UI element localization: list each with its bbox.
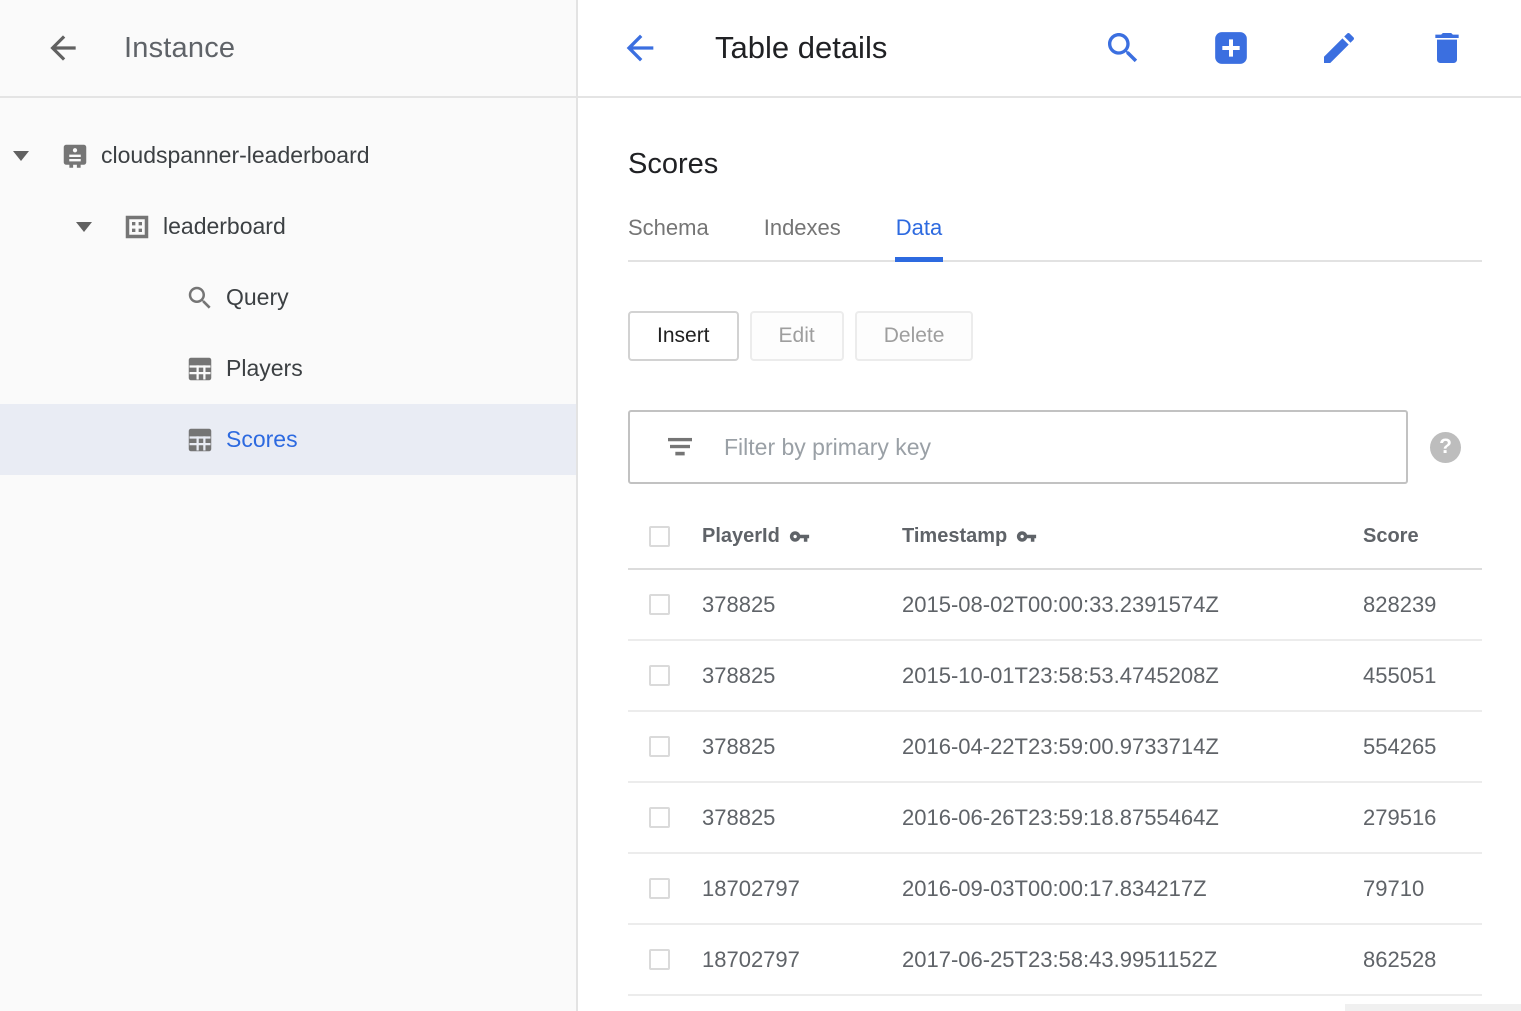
cell-score: 455051 [1363,663,1436,689]
filter-primary-key-input[interactable] [724,434,1406,461]
chevron-down-icon[interactable] [76,222,92,232]
header-actions [1103,28,1521,68]
table-header-row: PlayerId Timestamp Score [628,505,1482,570]
tree-item-query[interactable]: Query [0,262,576,333]
cell-timestamp: 2015-08-02T00:00:33.2391574Z [902,592,1219,618]
primary-key-icon [789,526,810,547]
help-icon[interactable]: ? [1430,432,1461,463]
delete-button[interactable]: Delete [855,311,974,361]
cell-playerid: 378825 [702,592,775,618]
database-tree: cloudspanner-leaderboard leaderboard Que… [0,98,576,475]
row-checkbox[interactable] [649,665,670,686]
sidebar-header: Instance [0,0,576,98]
cell-score: 554265 [1363,734,1436,760]
filter-icon [664,431,696,463]
primary-key-icon [1016,526,1037,547]
page-header-title: Table details [715,30,887,66]
table-row[interactable]: 378825 2015-10-01T23:58:53.4745208Z 4550… [628,641,1482,712]
row-checkbox[interactable] [649,594,670,615]
cell-playerid: 18702797 [702,947,800,973]
row-action-buttons: Insert Edit Delete [628,311,1521,361]
database-icon [122,212,152,242]
tree-item-label: Query [226,284,289,311]
table-row[interactable]: 378825 2016-04-22T23:59:00.9733714Z 5542… [628,712,1482,783]
column-header-score: Score [1363,525,1419,548]
back-arrow-icon[interactable] [620,28,660,68]
search-icon [185,283,215,313]
insert-button[interactable]: Insert [628,311,739,361]
data-table: PlayerId Timestamp Score [628,505,1482,996]
back-arrow-icon[interactable] [44,29,82,67]
table-icon [185,425,215,455]
sidebar-title: Instance [124,32,235,65]
filter-box[interactable] [628,410,1408,484]
tree-item-database[interactable]: leaderboard [0,191,576,262]
tab-schema[interactable]: Schema [628,215,709,260]
cell-score: 79710 [1363,876,1424,902]
tree-item-label: Scores [226,426,298,453]
tree-item-instance[interactable]: cloudspanner-leaderboard [0,120,576,191]
cell-timestamp: 2016-09-03T00:00:17.834217Z [902,876,1207,902]
select-all-checkbox[interactable] [649,526,670,547]
cell-timestamp: 2015-10-01T23:58:53.4745208Z [902,663,1219,689]
cell-timestamp: 2017-06-25T23:58:43.9951152Z [902,947,1217,973]
cell-playerid: 378825 [702,734,775,760]
spanner-console: Instance cloudspanner-leaderboard [0,0,1521,1011]
cell-playerid: 378825 [702,805,775,831]
delete-trash-icon[interactable] [1427,28,1467,68]
column-header-timestamp: Timestamp [902,525,1007,548]
tab-indexes[interactable]: Indexes [764,215,841,260]
edit-button[interactable]: Edit [750,311,844,361]
row-checkbox[interactable] [649,736,670,757]
instance-icon [60,141,90,171]
edit-pencil-icon[interactable] [1319,28,1359,68]
header-checkbox-cell [628,526,702,547]
main-header: Table details [578,0,1521,98]
cell-score: 279516 [1363,805,1436,831]
tab-bar: Schema Indexes Data [628,215,1482,262]
chevron-down-icon[interactable] [13,151,29,161]
sidebar: Instance cloudspanner-leaderboard [0,0,578,1011]
cell-score: 828239 [1363,592,1436,618]
cell-timestamp: 2016-04-22T23:59:00.9733714Z [902,734,1219,760]
tree-item-scores[interactable]: Scores [0,404,576,475]
row-checkbox[interactable] [649,949,670,970]
row-checkbox[interactable] [649,878,670,899]
cell-playerid: 378825 [702,663,775,689]
table-row[interactable]: 18702797 2016-09-03T00:00:17.834217Z 797… [628,854,1482,925]
filter-row: ? [628,410,1521,484]
column-header-playerid: PlayerId [702,525,780,548]
main-panel: Table details Scores Schem [578,0,1521,1011]
cell-playerid: 18702797 [702,876,800,902]
cell-timestamp: 2016-06-26T23:59:18.8755464Z [902,805,1219,831]
tree-item-label: Players [226,355,303,382]
search-icon[interactable] [1103,28,1143,68]
table-row[interactable]: 378825 2016-06-26T23:59:18.8755464Z 2795… [628,783,1482,854]
table-name-title: Scores [628,148,1521,181]
tab-data[interactable]: Data [896,215,942,260]
add-row-icon[interactable] [1211,28,1251,68]
tree-item-players[interactable]: Players [0,333,576,404]
table-details-content: Scores Schema Indexes Data Insert Edit D… [578,98,1521,996]
tree-item-label: leaderboard [163,213,286,240]
table-row[interactable]: 18702797 2017-06-25T23:58:43.9951152Z 86… [628,925,1482,996]
row-checkbox[interactable] [649,807,670,828]
tree-item-label: cloudspanner-leaderboard [101,142,370,169]
scrollbar-stub[interactable] [1345,1004,1521,1011]
cell-score: 862528 [1363,947,1436,973]
table-icon [185,354,215,384]
table-row[interactable]: 378825 2015-08-02T00:00:33.2391574Z 8282… [628,570,1482,641]
